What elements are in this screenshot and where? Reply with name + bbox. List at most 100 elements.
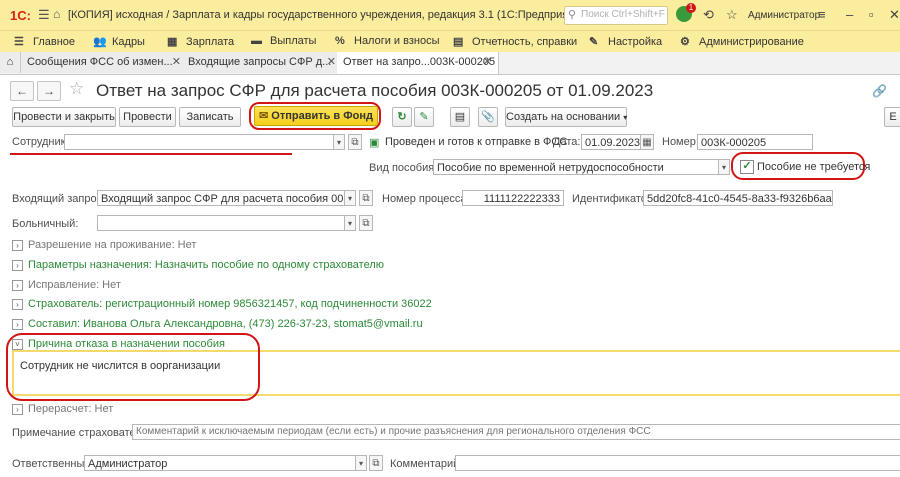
send-to-fund-button[interactable]: ✉ Отправить в Фонд xyxy=(254,106,378,126)
chevron-right-icon: › xyxy=(12,260,23,271)
comment-field[interactable] xyxy=(455,455,900,471)
incoming-request-label: Входящий запрос: xyxy=(12,193,106,205)
chevron-right-icon: › xyxy=(12,299,23,310)
save-button[interactable]: Записать xyxy=(179,107,241,127)
send-icon: ✉ xyxy=(259,110,272,122)
number-label: Номер: xyxy=(662,136,699,148)
employee-dropdown-icon[interactable]: ▾ xyxy=(333,134,345,150)
identifier-field[interactable]: 5dd20fc8-41c0-4545-8a33-f9326b6aa252 xyxy=(643,190,833,206)
gear-icon: ⚙ xyxy=(680,36,690,48)
chevron-right-icon: › xyxy=(12,319,23,330)
search-input[interactable]: ⚲ Поиск Ctrl+Shift+F xyxy=(564,6,668,25)
tab-fss-messages[interactable]: Сообщения ФСС об измен... ✕ xyxy=(21,52,188,73)
responsible-label: Ответственный: xyxy=(12,458,94,470)
benefit-type-field[interactable]: Пособие по временной нетрудоспособности xyxy=(433,159,719,175)
chevron-down-icon: ▾ xyxy=(623,113,628,122)
post-and-close-button[interactable]: Провести и закрыть xyxy=(12,107,116,127)
number-field[interactable]: 003К-000205 xyxy=(697,134,813,150)
menu-item-admin[interactable]: ⚙ Администрирование xyxy=(680,35,804,48)
tab-response-document[interactable]: Ответ на запро...003К-000205 ✕ xyxy=(337,52,499,74)
minimize-icon[interactable]: – xyxy=(846,7,853,22)
employee-field[interactable] xyxy=(64,134,334,150)
recalculation-section[interactable]: › Перерасчет: Нет xyxy=(12,403,113,415)
menu-item-reports[interactable]: ▤ Отчетность, справки xyxy=(453,35,577,48)
hamburger-icon: ☰ xyxy=(14,36,24,48)
chevron-right-icon: › xyxy=(12,280,23,291)
close-window-icon[interactable]: ✕ xyxy=(889,7,900,23)
benefit-type-dropdown-icon[interactable]: ▾ xyxy=(718,159,730,175)
assignment-params-section[interactable]: › Параметры назначения: Назначить пособие… xyxy=(12,259,384,271)
cancel-posting-icon[interactable]: ✎ xyxy=(414,107,434,127)
employee-label: Сотрудник: xyxy=(12,136,69,148)
money-icon: ▬ xyxy=(251,35,262,47)
menu-item-staff[interactable]: 👥 Кадры xyxy=(93,35,145,48)
open-tabs: ⌂ Сообщения ФСС об измен... ✕ Входящие за… xyxy=(0,52,900,75)
create-based-on-button[interactable]: Создать на основании ▾ xyxy=(505,107,627,127)
process-number-field[interactable]: 1111122222333 xyxy=(462,190,564,206)
favorite-star-icon[interactable]: ☆ xyxy=(69,79,84,99)
date-label: Дата: xyxy=(553,136,581,148)
wrench-icon: ✎ xyxy=(589,36,599,48)
section-menu: ☰ Главное 👥 Кадры ▦ Зарплата ▬ Выплаты % Нало… xyxy=(0,30,900,53)
menu-item-taxes[interactable]: % Налоги и взносы xyxy=(335,35,440,47)
post-button[interactable]: Провести xyxy=(119,107,176,127)
history-icon[interactable]: ⟲ xyxy=(703,7,714,23)
favorites-star-icon[interactable]: ☆ xyxy=(726,7,738,23)
chevron-right-icon: › xyxy=(12,404,23,415)
responsible-open-icon[interactable]: ⧉ xyxy=(369,455,383,471)
back-button[interactable]: ← xyxy=(10,81,34,101)
menu-item-main[interactable]: ☰ Главное xyxy=(14,35,75,48)
process-number-label: Номер процесса xyxy=(382,193,467,205)
calculator-icon: ▦ xyxy=(167,36,178,48)
refusal-reason-highlight xyxy=(6,333,260,401)
restore-icon[interactable]: ▫ xyxy=(869,7,874,22)
incoming-request-open-icon[interactable]: ⧉ xyxy=(359,190,373,206)
page-title: Ответ на запрос СФР для расчета пособия … xyxy=(96,81,654,100)
benefit-not-required-label: Пособие не требуется xyxy=(757,161,871,173)
insurer-note-label: Примечание страхователя: xyxy=(12,427,151,439)
window-title: [КОПИЯ] исходная / Зарплата и кадры госу… xyxy=(68,9,590,21)
people-icon: 👥 xyxy=(93,36,107,48)
link-icon[interactable]: 🔗 xyxy=(872,84,887,98)
employee-underline-highlight xyxy=(10,153,292,155)
responsible-dropdown-icon[interactable]: ▾ xyxy=(355,455,367,471)
refresh-icon[interactable]: ↻ xyxy=(392,107,412,127)
menu-icon[interactable]: ☰ xyxy=(38,7,50,23)
close-tab-icon[interactable]: ✕ xyxy=(327,52,336,73)
chevron-right-icon: › xyxy=(12,240,23,251)
settings-icon[interactable]: ≡ xyxy=(818,7,826,22)
user-name[interactable]: Администратор xyxy=(748,10,820,21)
correction-section[interactable]: › Исправление: Нет xyxy=(12,279,121,291)
menu-item-settings[interactable]: ✎ Настройка xyxy=(589,35,662,48)
report-icon: ▤ xyxy=(453,36,464,48)
benefit-not-required-checkbox[interactable]: ✓ xyxy=(740,160,754,174)
notification-badge: 1 xyxy=(686,3,696,13)
incoming-request-field[interactable]: Входящий запрос СФР для расчета пособия … xyxy=(97,190,345,206)
home-tab[interactable]: ⌂ xyxy=(0,52,21,73)
tab-incoming-requests[interactable]: Входящие запросы СФР д... ✕ xyxy=(182,52,343,73)
calendar-icon[interactable]: ▦ xyxy=(640,134,654,150)
sick-leave-open-icon[interactable]: ⧉ xyxy=(359,215,373,231)
posted-icon: ▣ xyxy=(369,137,380,149)
app-logo: 1С: xyxy=(10,8,31,23)
more-actions-button[interactable]: Е xyxy=(884,107,900,127)
incoming-request-dropdown-icon[interactable]: ▾ xyxy=(344,190,356,206)
print-icon[interactable]: ▤ xyxy=(450,107,470,127)
date-field[interactable]: 01.09.2023 xyxy=(581,134,641,150)
search-icon: ⚲ xyxy=(568,9,577,21)
insurer-section[interactable]: › Страхователь: регистрационный номер 985… xyxy=(12,298,432,310)
menu-item-payments[interactable]: ▬ Выплаты xyxy=(251,35,316,47)
close-tab-icon[interactable]: ✕ xyxy=(483,52,492,73)
responsible-field[interactable]: Администратор xyxy=(84,455,356,471)
forward-button[interactable]: → xyxy=(37,81,61,101)
attachment-icon[interactable]: 📎 xyxy=(478,107,498,127)
sick-leave-dropdown-icon[interactable]: ▾ xyxy=(344,215,356,231)
sick-leave-field[interactable] xyxy=(97,215,345,231)
insurer-note-field[interactable] xyxy=(132,424,900,440)
menu-item-salary[interactable]: ▦ Зарплата xyxy=(167,35,234,48)
compiler-section[interactable]: › Составил: Иванова Ольга Александровна, … xyxy=(12,318,423,330)
close-tab-icon[interactable]: ✕ xyxy=(172,52,181,73)
employee-open-icon[interactable]: ⧉ xyxy=(348,134,362,150)
residence-permit-section[interactable]: › Разрешение на проживание: Нет xyxy=(12,239,196,251)
home-icon[interactable]: ⌂ xyxy=(53,7,60,21)
